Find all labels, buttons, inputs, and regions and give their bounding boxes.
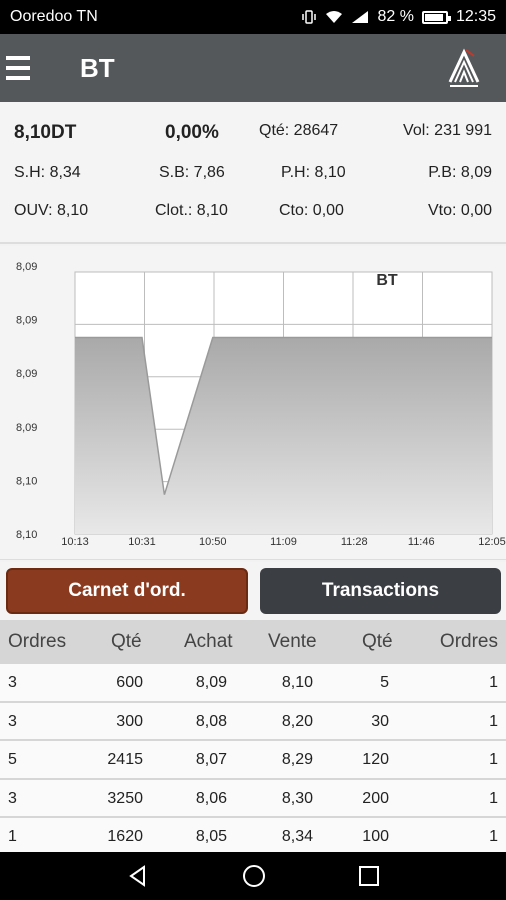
plus-bas: P.B: 8,09: [428, 164, 492, 181]
signal-icon: [352, 11, 369, 23]
x-tick-label: 11:28: [341, 536, 368, 548]
carrier-name: Ooredoo TN: [10, 8, 98, 25]
cell-buy-orders: 1: [8, 828, 17, 845]
table-header: Ordres Qté Achat Vente Qté Ordres: [0, 620, 506, 664]
cell-sell-orders: 1: [489, 712, 498, 730]
cell-buy-orders: 3: [8, 789, 17, 807]
cell-sell-orders: 1: [489, 828, 498, 845]
y-tick-label: 8,09: [16, 368, 37, 380]
x-tick-label: 11:09: [270, 536, 297, 548]
quote-row-1: 8,10DT 0,00% Qté: 28647 Vol: 231 991: [0, 122, 506, 152]
cell-buy-orders: 3: [8, 712, 17, 730]
x-tick-label: 10:13: [61, 536, 89, 548]
quote-row-3: OUV: 8,10 Clot.: 8,10 Cto: 0,00 Vto: 0,0…: [0, 202, 506, 232]
cell-buy-orders: 3: [8, 674, 17, 691]
cell-bid: 8,09: [195, 674, 227, 691]
seuil-haut: S.H: 8,34: [14, 164, 81, 181]
cell-bid: 8,07: [195, 751, 227, 768]
system-nav-bar: [0, 852, 506, 900]
col-header-sell-qty: Qté: [362, 631, 393, 652]
plus-haut: P.H: 8,10: [281, 164, 346, 181]
cell-sell-qty: 5: [380, 674, 389, 691]
view-toggle: Carnet d'ord. Transactions: [0, 562, 506, 620]
cell-buy-orders: 5: [8, 751, 17, 768]
back-icon[interactable]: [126, 864, 150, 888]
order-book-button[interactable]: Carnet d'ord.: [6, 568, 248, 614]
wifi-icon: [326, 11, 343, 23]
cell-sell-qty: 120: [362, 751, 389, 768]
status-bar: Ooredoo TN 82 % 12:35: [0, 0, 506, 34]
closing: Clot.: 8,10: [155, 202, 228, 219]
recents-icon[interactable]: [358, 865, 380, 887]
battery-percent: 82 %: [377, 8, 414, 25]
cell-ask: 8,10: [281, 674, 313, 691]
y-tick-label: 8,09: [16, 315, 37, 327]
brand-logo: [448, 48, 480, 87]
cell-ask: 8,30: [281, 789, 313, 807]
cell-ask: 8,29: [281, 751, 313, 768]
x-tick-label: 10:31: [128, 536, 156, 548]
app-bar: BT: [0, 34, 506, 102]
order-book-table: Ordres Qté Achat Vente Qté Ordres 3 600 8,…: [0, 620, 506, 857]
series-area: [75, 337, 492, 534]
col-header-buy-orders: Ordres: [8, 631, 67, 652]
transactions-button[interactable]: Transactions: [260, 568, 501, 614]
vibrate-icon: [302, 10, 317, 24]
quantity: Qté: 28647: [259, 122, 339, 139]
page-title: BT: [80, 52, 115, 83]
chart-svg: 8,09 8,09 8,09 8,09 8,10 8,10 10:13 10:31 10:50 1…: [16, 261, 506, 548]
x-tick-label: 10:50: [199, 536, 227, 548]
col-header-ask: Vente: [268, 631, 317, 652]
table-row: 3 3250 8,06 8,30 200 1: [0, 779, 506, 818]
cell-sell-qty: 100: [362, 828, 389, 845]
cell-ask: 8,20: [281, 712, 313, 730]
x-tick-label: 11:46: [408, 536, 435, 548]
status-icons: 82 % 12:35: [301, 8, 496, 26]
cell-ask: 8,34: [281, 828, 313, 845]
cell-sell-orders: 1: [489, 789, 498, 807]
cell-buy-qty: 600: [116, 674, 143, 691]
home-icon[interactable]: [241, 863, 267, 889]
battery-icon: [421, 10, 451, 24]
price-chart: 8,09 8,09 8,09 8,09 8,10 8,10 10:13 10:31 10:50 1…: [0, 246, 506, 560]
x-tick-label: 12:05: [478, 536, 506, 548]
cell-sell-qty: 30: [371, 712, 389, 730]
volume: Vol: 231 991: [403, 122, 492, 139]
y-tick-label: 8,09: [16, 261, 37, 273]
chart-title: BT: [376, 272, 398, 289]
last-price: 8,10DT: [14, 122, 77, 143]
menu-icon[interactable]: [0, 34, 60, 102]
col-header-sell-orders: Ordres: [439, 631, 498, 652]
cell-sell-orders: 1: [489, 751, 498, 768]
seuil-bas: S.B: 7,86: [159, 164, 225, 181]
quote-row-2: S.H: 8,34 S.B: 7,86 P.H: 8,10 P.B: 8,09: [0, 164, 506, 194]
cell-bid: 8,05: [195, 828, 227, 845]
cell-buy-qty: 2415: [107, 751, 143, 768]
table-row: 5 2415 8,07 8,29 120 1: [0, 741, 506, 780]
cto: Cto: 0,00: [279, 202, 344, 219]
cell-buy-qty: 3250: [107, 789, 143, 807]
cell-sell-qty: 200: [362, 789, 389, 807]
cell-bid: 8,06: [195, 789, 227, 807]
cell-bid: 8,08: [195, 712, 227, 730]
clock: 12:35: [455, 8, 496, 25]
cell-sell-orders: 1: [489, 674, 498, 691]
y-tick-label: 8,09: [16, 422, 37, 434]
y-tick-label: 8,10: [16, 529, 37, 541]
quote-panel: 8,10DT 0,00% Qté: 28647 Vol: 231 991 S.H…: [0, 102, 506, 244]
table-row: 3 600 8,09 8,10 5 1: [0, 664, 506, 703]
col-header-bid: Achat: [184, 631, 233, 652]
y-tick-label: 8,10: [16, 475, 37, 487]
price-change: 0,00%: [165, 122, 219, 143]
opening: OUV: 8,10: [14, 202, 89, 219]
table-row: 1 1620 8,05 8,34 100 1: [0, 818, 506, 857]
cell-buy-qty: 300: [116, 712, 143, 730]
cell-buy-qty: 1620: [107, 828, 143, 845]
table-row: 3 300 8,08 8,20 30 1: [0, 702, 506, 741]
vto: Vto: 0,00: [427, 202, 492, 219]
col-header-buy-qty: Qté: [111, 631, 142, 652]
